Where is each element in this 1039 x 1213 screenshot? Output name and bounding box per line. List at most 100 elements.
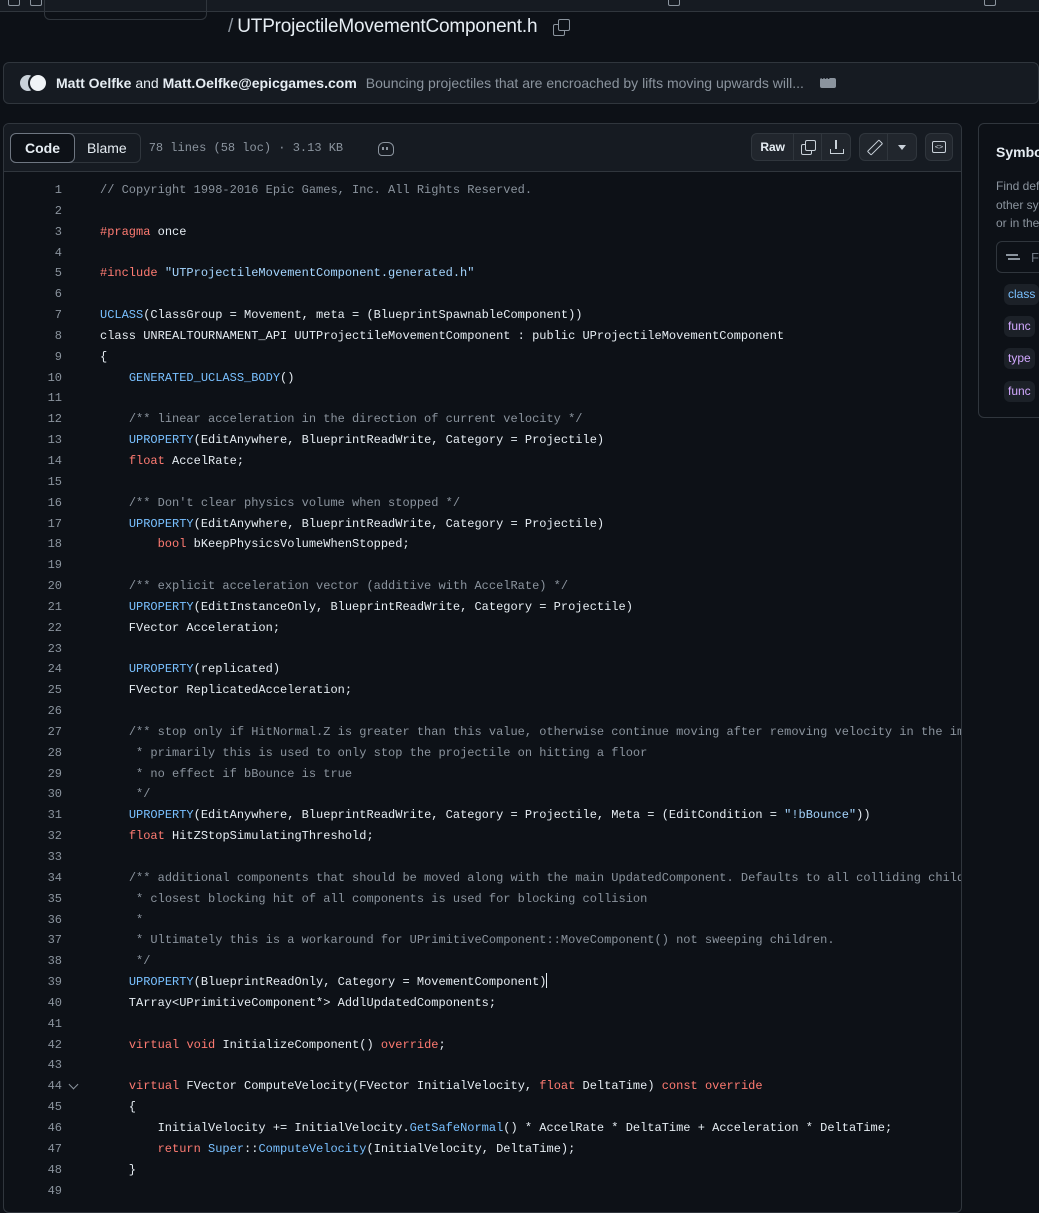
code-line[interactable]: 11 bbox=[4, 388, 961, 409]
line-number[interactable]: 23 bbox=[4, 639, 62, 660]
expand-commit-icon[interactable] bbox=[819, 71, 836, 88]
code-line[interactable]: 31 UPROPERTY(EditAnywhere, BlueprintRead… bbox=[4, 805, 961, 826]
code-line[interactable]: 2 bbox=[4, 201, 961, 222]
code-line[interactable]: 25 FVector ReplicatedAcceleration; bbox=[4, 680, 961, 701]
line-number[interactable]: 19 bbox=[4, 555, 62, 576]
code-line[interactable]: 43 bbox=[4, 1055, 961, 1076]
line-number[interactable]: 39 bbox=[4, 972, 62, 993]
symbol-kind-tag[interactable]: type bbox=[1004, 348, 1035, 369]
line-number[interactable]: 49 bbox=[4, 1181, 62, 1202]
author-link[interactable]: Matt.Oelfke@epicgames.com bbox=[163, 75, 357, 91]
line-number[interactable]: 38 bbox=[4, 951, 62, 972]
download-button[interactable] bbox=[822, 134, 850, 160]
code-line[interactable]: 27 /** stop only if HitNormal.Z is great… bbox=[4, 722, 961, 743]
line-number[interactable]: 28 bbox=[4, 743, 62, 764]
line-number[interactable]: 3 bbox=[4, 222, 62, 243]
line-number[interactable]: 47 bbox=[4, 1139, 62, 1160]
code-line[interactable]: 37 * Ultimately this is a workaround for… bbox=[4, 930, 961, 951]
line-number[interactable]: 42 bbox=[4, 1035, 62, 1056]
copy-raw-button[interactable] bbox=[794, 134, 822, 160]
code-line[interactable]: 12 /** linear acceleration in the direct… bbox=[4, 409, 961, 430]
code-line[interactable]: 28 * primarily this is used to only stop… bbox=[4, 743, 961, 764]
line-number[interactable]: 29 bbox=[4, 764, 62, 785]
code-line[interactable]: 34 /** additional components that should… bbox=[4, 868, 961, 889]
author-avatars[interactable] bbox=[18, 73, 50, 93]
code-line[interactable]: 20 /** explicit acceleration vector (add… bbox=[4, 576, 961, 597]
line-number[interactable]: 34 bbox=[4, 868, 62, 889]
line-number[interactable]: 13 bbox=[4, 430, 62, 451]
code-line[interactable]: 17 UPROPERTY(EditAnywhere, BlueprintRead… bbox=[4, 514, 961, 535]
code-line[interactable]: 9{ bbox=[4, 347, 961, 368]
line-number[interactable]: 37 bbox=[4, 930, 62, 951]
code-line[interactable]: 40 TArray<UPrimitiveComponent*> AddlUpda… bbox=[4, 993, 961, 1014]
line-number[interactable]: 44 bbox=[4, 1076, 62, 1097]
bookmark-icon[interactable] bbox=[30, 0, 42, 6]
code-line[interactable]: 7 UCLASS(ClassGroup = Movement, meta = (B… bbox=[4, 305, 961, 326]
line-number[interactable]: 32 bbox=[4, 826, 62, 847]
symbol-kind-tag[interactable]: func bbox=[1004, 381, 1035, 402]
code-line[interactable]: 1 // Copyright 1998-2016 Epic Games, Inc.… bbox=[4, 180, 961, 201]
code-line[interactable]: 10 GENERATED_UCLASS_BODY() bbox=[4, 368, 961, 389]
code-line[interactable]: 36 * bbox=[4, 910, 961, 931]
line-number[interactable]: 40 bbox=[4, 993, 62, 1014]
line-number[interactable]: 26 bbox=[4, 701, 62, 722]
line-number[interactable]: 35 bbox=[4, 889, 62, 910]
symbol-kind-tag[interactable]: func bbox=[1004, 316, 1035, 337]
code-line[interactable]: 8 class UNREALTOURNAMENT_API UUTProjectil… bbox=[4, 326, 961, 347]
symbols-panel-button[interactable]: <> bbox=[925, 133, 953, 161]
copy-path-icon[interactable] bbox=[553, 19, 571, 36]
code-line[interactable]: 44 virtual FVector ComputeVelocity(FVect… bbox=[4, 1076, 961, 1097]
code-line[interactable]: 14 float AccelRate; bbox=[4, 451, 961, 472]
code-line[interactable]: 33 bbox=[4, 847, 961, 868]
fold-chevron-icon[interactable] bbox=[62, 1076, 82, 1097]
line-number[interactable]: 17 bbox=[4, 514, 62, 535]
line-number[interactable]: 48 bbox=[4, 1160, 62, 1181]
code-line[interactable]: 47 return Super::ComputeVelocity(Initial… bbox=[4, 1139, 961, 1160]
code-line[interactable]: 48 } bbox=[4, 1160, 961, 1181]
tab-code[interactable]: Code bbox=[10, 132, 75, 163]
line-number[interactable]: 45 bbox=[4, 1097, 62, 1118]
code-line[interactable]: 39 UPROPERTY(BlueprintReadOnly, Category… bbox=[4, 972, 961, 993]
code-line[interactable]: 18 bool bKeepPhysicsVolumeWhenStopped; bbox=[4, 534, 961, 555]
code-line[interactable]: 23 bbox=[4, 639, 961, 660]
code-line[interactable]: 16 /** Don't clear physics volume when s… bbox=[4, 493, 961, 514]
line-number[interactable]: 31 bbox=[4, 805, 62, 826]
line-number[interactable]: 22 bbox=[4, 618, 62, 639]
line-number[interactable]: 41 bbox=[4, 1014, 62, 1035]
line-number[interactable]: 10 bbox=[4, 368, 62, 389]
bookmark-icon[interactable] bbox=[668, 0, 680, 6]
edit-menu-button[interactable] bbox=[888, 134, 916, 160]
bookmark-icon[interactable] bbox=[984, 0, 996, 6]
line-number[interactable]: 25 bbox=[4, 680, 62, 701]
line-number[interactable]: 43 bbox=[4, 1055, 62, 1076]
author-link[interactable]: Matt Oelfke bbox=[56, 75, 131, 91]
code-line[interactable]: 13 UPROPERTY(EditAnywhere, BlueprintRead… bbox=[4, 430, 961, 451]
repo-breadcrumb-box[interactable] bbox=[44, 0, 207, 20]
line-number[interactable]: 36 bbox=[4, 910, 62, 931]
line-number[interactable]: 11 bbox=[4, 388, 62, 409]
code-line[interactable]: 24 UPROPERTY(replicated) bbox=[4, 659, 961, 680]
line-number[interactable]: 1 bbox=[4, 180, 62, 201]
symbols-filter-input[interactable]: Fi bbox=[996, 241, 1039, 273]
code-line[interactable]: 32 float HitZStopSimulatingThreshold; bbox=[4, 826, 961, 847]
commit-message[interactable]: Bouncing projectiles that are encroached… bbox=[366, 75, 804, 91]
tab-blame[interactable]: Blame bbox=[74, 134, 140, 162]
line-number[interactable]: 30 bbox=[4, 784, 62, 805]
line-number[interactable]: 6 bbox=[4, 284, 62, 305]
code-line[interactable]: 21 UPROPERTY(EditInstanceOnly, Blueprint… bbox=[4, 597, 961, 618]
code-line[interactable]: 3 #pragma once bbox=[4, 222, 961, 243]
line-number[interactable]: 7 bbox=[4, 305, 62, 326]
code-line[interactable]: 38 */ bbox=[4, 951, 961, 972]
line-number[interactable]: 2 bbox=[4, 201, 62, 222]
code-line[interactable]: 35 * closest blocking hit of all compone… bbox=[4, 889, 961, 910]
code-line[interactable]: 29 * no effect if bBounce is true bbox=[4, 764, 961, 785]
line-number[interactable]: 21 bbox=[4, 597, 62, 618]
edit-button[interactable] bbox=[860, 134, 888, 160]
line-number[interactable]: 9 bbox=[4, 347, 62, 368]
code-line[interactable]: 19 bbox=[4, 555, 961, 576]
line-number[interactable]: 46 bbox=[4, 1118, 62, 1139]
line-number[interactable]: 18 bbox=[4, 534, 62, 555]
line-number[interactable]: 20 bbox=[4, 576, 62, 597]
line-number[interactable]: 14 bbox=[4, 451, 62, 472]
line-number[interactable]: 5 bbox=[4, 263, 62, 284]
